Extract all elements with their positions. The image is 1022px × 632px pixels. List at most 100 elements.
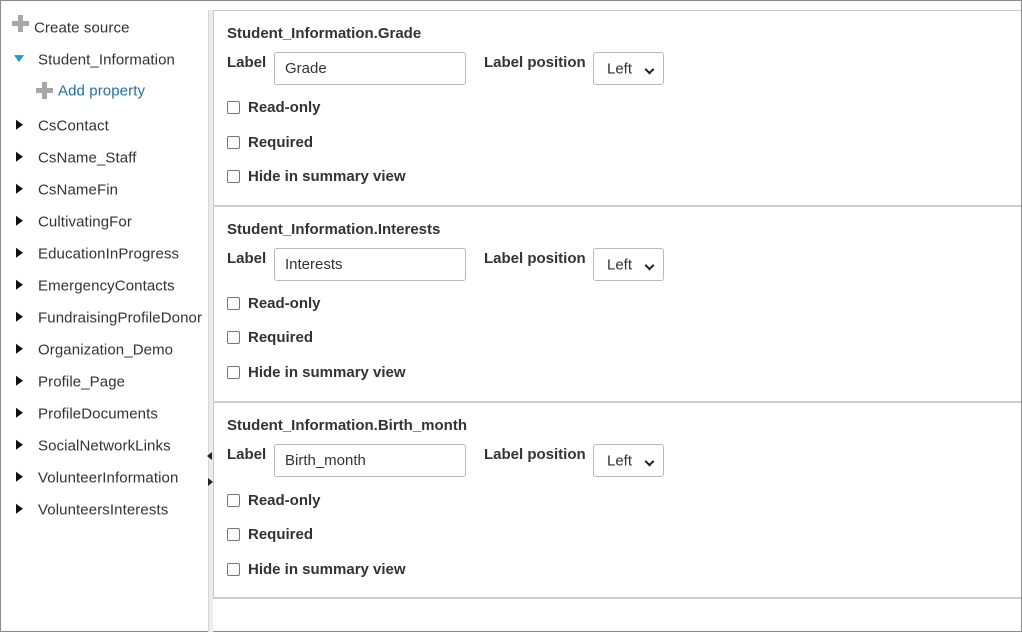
checkbox-label: Hide in summary view [248, 363, 406, 381]
label-input[interactable] [274, 248, 466, 281]
collapsed-arrow-icon[interactable] [16, 471, 23, 482]
hide-summary-option[interactable]: Hide in summary view [227, 362, 406, 382]
tree-item-label: EducationInProgress [38, 245, 180, 263]
checkbox-label: Hide in summary view [248, 560, 406, 578]
hide-summary-option[interactable]: Hide in summary view [227, 166, 406, 186]
tree-item-label: Student_Information [38, 51, 175, 69]
tree-item-label: CsName_Staff [38, 149, 137, 167]
tree-item-label: CsNameFin [38, 181, 119, 199]
label-input[interactable] [274, 52, 466, 85]
add-property-link[interactable]: Add property [8, 78, 208, 104]
checkbox-label: Hide in summary view [248, 167, 406, 185]
label-position-caption: Label position [484, 446, 586, 463]
collapsed-arrow-icon[interactable] [16, 343, 23, 354]
required-option[interactable]: Required [227, 327, 313, 347]
tree-item[interactable]: VolunteersInterests [8, 497, 208, 523]
collapsed-arrow-icon[interactable] [16, 279, 23, 290]
collapsed-arrow-icon[interactable] [16, 247, 23, 258]
checkbox-label: Required [248, 525, 314, 543]
collapsed-arrow-icon[interactable] [16, 311, 23, 322]
required-checkbox[interactable] [227, 527, 240, 541]
collapse-left-icon[interactable] [207, 452, 212, 460]
readonly-checkbox[interactable] [227, 100, 240, 114]
tree-item[interactable]: ProfileDocuments [8, 401, 208, 427]
tree-item-label: SocialNetworkLinks [38, 437, 171, 455]
readonly-option[interactable]: Read-only [227, 293, 321, 313]
collapsed-arrow-icon[interactable] [16, 407, 23, 418]
tree-item[interactable]: CsName_Staff [8, 145, 208, 171]
required-checkbox[interactable] [227, 330, 240, 344]
required-checkbox[interactable] [227, 135, 240, 149]
create-source-link[interactable]: Create source [8, 15, 208, 41]
plus-icon [36, 82, 53, 99]
tree-item-student-information[interactable]: Student_Information [8, 47, 208, 73]
tree-item[interactable]: VolunteerInformation [8, 465, 208, 491]
chevron-down-icon [644, 456, 655, 467]
select-value: Left [607, 452, 633, 469]
label-caption: Label [227, 250, 267, 267]
hide-summary-checkbox[interactable] [227, 365, 240, 379]
tree-item[interactable]: SocialNetworkLinks [8, 433, 208, 459]
tree-item-label: CultivatingFor [38, 213, 132, 231]
tree-item[interactable]: EducationInProgress [8, 241, 208, 267]
collapsed-arrow-icon[interactable] [16, 215, 23, 226]
tree-item-label: EmergencyContacts [38, 277, 175, 295]
label-position-select[interactable]: Left [593, 444, 664, 477]
chevron-down-icon [644, 260, 655, 271]
tree-item[interactable]: EmergencyContacts [8, 273, 208, 299]
hide-summary-option[interactable]: Hide in summary view [227, 559, 406, 579]
property-panel-interests: Student_Information.Interests Label Labe… [213, 207, 1021, 403]
hide-summary-checkbox[interactable] [227, 562, 240, 576]
required-option[interactable]: Required [227, 132, 313, 152]
tree-item[interactable]: Organization_Demo [8, 337, 208, 363]
create-source-label: Create source [34, 19, 130, 37]
tree-item-label: VolunteerInformation [38, 469, 179, 487]
checkbox-label: Read-only [248, 491, 321, 509]
tree-item-label: Profile_Page [38, 373, 126, 391]
property-panel-birth-month: Student_Information.Birth_month Label La… [213, 403, 1021, 599]
tree-item-label: VolunteersInterests [38, 501, 169, 519]
readonly-checkbox[interactable] [227, 296, 240, 310]
tree-item[interactable]: CsContact [8, 113, 208, 139]
collapsed-arrow-icon[interactable] [16, 503, 23, 514]
property-panel-grade: Student_Information.Grade Label Label po… [213, 11, 1021, 207]
expanded-arrow-icon[interactable] [14, 55, 24, 63]
label-input[interactable] [274, 444, 466, 477]
chevron-down-icon [644, 64, 655, 75]
required-option[interactable]: Required [227, 524, 313, 544]
tree-item-label: ProfileDocuments [38, 405, 158, 423]
tree-item-label: FundraisingProfileDonor [38, 309, 203, 327]
select-value: Left [607, 256, 633, 273]
collapsed-arrow-icon[interactable] [16, 375, 23, 386]
tree-item[interactable]: FundraisingProfileDonor [8, 305, 208, 331]
tree-item[interactable]: CsNameFin [8, 177, 208, 203]
tree-item[interactable]: Profile_Page [8, 369, 208, 395]
plus-icon [12, 15, 29, 32]
checkbox-label: Required [248, 328, 314, 346]
checkbox-label: Read-only [248, 294, 321, 312]
panel-title: Student_Information.Birth_month [227, 417, 467, 434]
readonly-checkbox[interactable] [227, 493, 240, 507]
label-caption: Label [227, 54, 267, 71]
add-property-label: Add property [58, 82, 146, 100]
collapsed-arrow-icon[interactable] [16, 439, 23, 450]
source-tree: Create source Student_Information Add pr… [8, 10, 208, 630]
select-value: Left [607, 60, 633, 77]
property-editor: Student_Information.Grade Label Label po… [213, 10, 1021, 632]
checkbox-label: Required [248, 133, 314, 151]
label-position-select[interactable]: Left [593, 248, 664, 281]
tree-item[interactable]: CultivatingFor [8, 209, 208, 235]
label-position-caption: Label position [484, 54, 586, 71]
readonly-option[interactable]: Read-only [227, 490, 321, 510]
panel-title: Student_Information.Grade [227, 25, 422, 42]
label-caption: Label [227, 446, 267, 463]
label-position-select[interactable]: Left [593, 52, 664, 85]
collapsed-arrow-icon[interactable] [16, 183, 23, 194]
hide-summary-checkbox[interactable] [227, 169, 240, 183]
collapsed-arrow-icon[interactable] [16, 119, 23, 130]
readonly-option[interactable]: Read-only [227, 97, 321, 117]
label-position-caption: Label position [484, 250, 586, 267]
collapsed-arrow-icon[interactable] [16, 151, 23, 162]
tree-item-label: Organization_Demo [38, 341, 174, 359]
checkbox-label: Read-only [248, 98, 321, 116]
